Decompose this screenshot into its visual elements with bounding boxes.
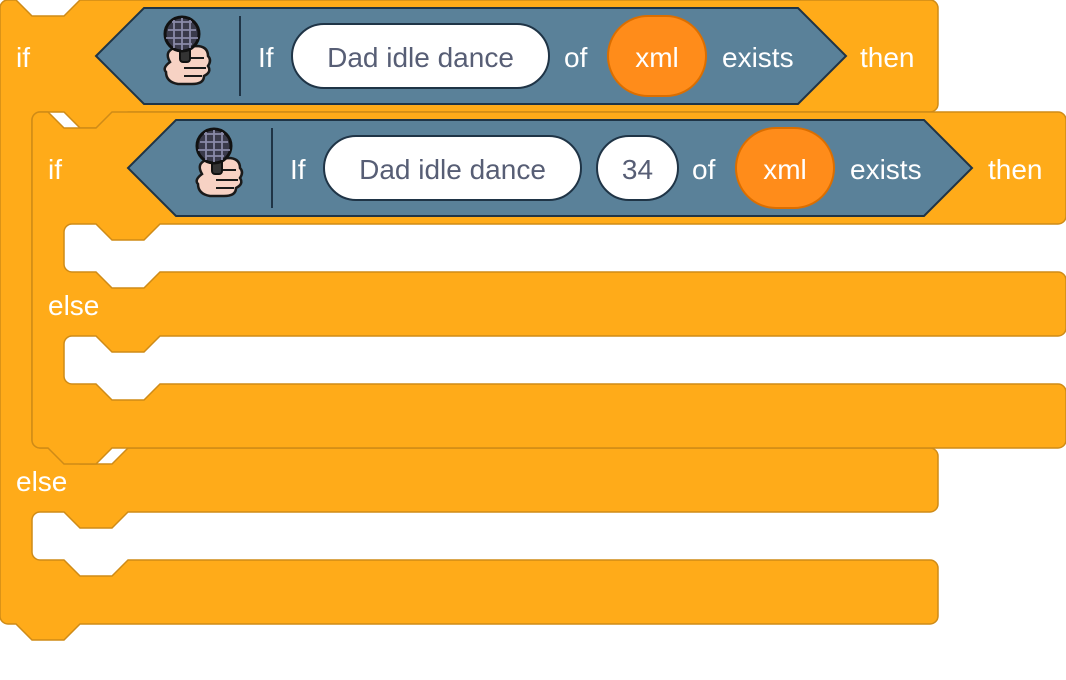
number-field[interactable]: 34 <box>596 135 679 201</box>
condition-if-word: If <box>258 42 274 73</box>
script-canvas: if else then If Dad idle dance of xml ex… <box>0 0 1066 641</box>
outer-then-label: then <box>860 42 915 73</box>
outer-else-label: else <box>16 466 67 497</box>
inner-else-label: else <box>48 290 99 321</box>
inner-if-label: if <box>48 154 62 185</box>
condition-if-word: If <box>290 154 306 185</box>
sound-name-field[interactable]: Dad idle dance <box>291 23 550 89</box>
xml-reporter[interactable]: xml <box>735 127 835 209</box>
outer-condition-block[interactable]: If Dad idle dance of xml exists <box>94 7 848 105</box>
condition-exists-word: exists <box>850 154 922 185</box>
inner-then-label: then <box>988 154 1043 185</box>
number-field-text: 34 <box>622 154 653 185</box>
xml-reporter-text: xml <box>635 42 679 73</box>
condition-of-word: of <box>564 42 588 73</box>
condition-exists-word: exists <box>722 42 794 73</box>
inner-condition-block[interactable]: If Dad idle dance 34 of xml exists <box>126 119 974 217</box>
condition-of-word: of <box>692 154 716 185</box>
xml-reporter[interactable]: xml <box>607 15 707 97</box>
sound-name-text: Dad idle dance <box>327 42 514 73</box>
sound-name-field[interactable]: Dad idle dance <box>323 135 582 201</box>
outer-if-label: if <box>16 42 30 73</box>
xml-reporter-text: xml <box>763 154 807 185</box>
sound-name-text: Dad idle dance <box>359 154 546 185</box>
